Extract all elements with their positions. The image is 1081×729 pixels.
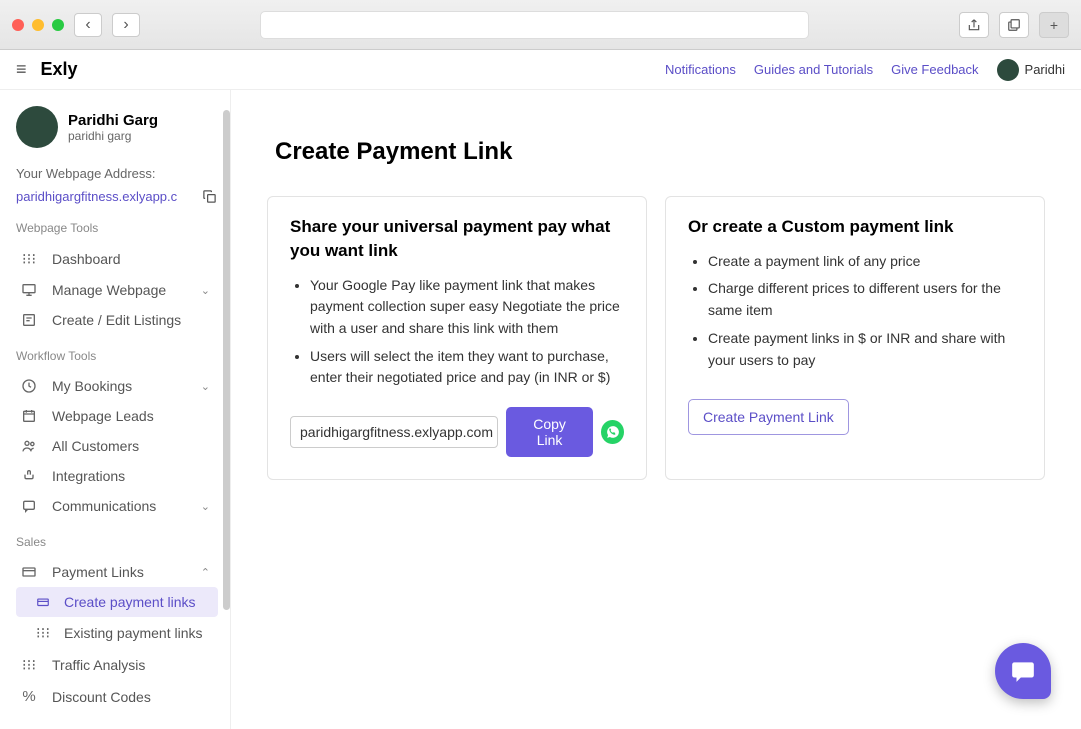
chevron-down-icon: ⌄ [201,500,210,513]
sidebar-item-payment-links[interactable]: Payment Links ⌃ [16,557,218,587]
chat-fab[interactable] [995,643,1051,699]
profile-handle: paridhi garg [68,129,158,143]
sidebar-item-dashboard[interactable]: ⁝⁝⁝ Dashboard [16,243,218,275]
copy-link-button[interactable]: Copy Link [506,407,593,457]
sidebar-item-label: All Customers [52,438,139,454]
avatar-icon [997,59,1019,81]
chevron-up-icon: ⌃ [201,566,210,579]
sidebar-item-label: Communications [52,498,156,514]
monitor-icon [20,282,38,298]
chevron-down-icon: ⌄ [201,380,210,393]
card-bullet: Charge different prices to different use… [708,278,1022,321]
card-title: Or create a Custom payment link [688,215,1022,239]
sliders-icon: ⁝⁝⁝ [20,656,38,674]
sidebar: Paridhi Garg paridhi garg Your Webpage A… [0,90,230,729]
addr-label: Your Webpage Address: [16,166,218,181]
sidebar-item-existing-payment-links[interactable]: ⁝⁝⁝ Existing payment links [16,617,218,649]
universal-link-card: Share your universal payment pay what yo… [267,196,647,480]
feedback-link[interactable]: Give Feedback [891,62,978,77]
topbar: ≡ Exly Notifications Guides and Tutorial… [0,50,1081,90]
url-bar[interactable] [260,11,809,39]
sidebar-item-label: Payment Links [52,564,144,580]
user-name: Paridhi [1025,62,1065,77]
group-title-sales: Sales [16,535,218,549]
sidebar-item-my-bookings[interactable]: My Bookings ⌄ [16,371,218,401]
card-bullet: Create payment links in $ or INR and sha… [708,328,1022,371]
profile[interactable]: Paridhi Garg paridhi garg [16,106,218,148]
sidebar-item-label: Existing payment links [64,625,203,641]
sidebar-item-create-payment-links[interactable]: Create payment links [16,587,218,617]
sidebar-item-communications[interactable]: Communications ⌄ [16,491,218,521]
create-payment-link-button[interactable]: Create Payment Link [688,399,849,435]
card-icon [20,564,38,580]
sidebar-item-webpage-leads[interactable]: Webpage Leads [16,401,218,431]
brand: Exly [41,59,78,80]
browser-chrome: ‹ › + [0,0,1081,50]
new-tab-button[interactable]: + [1039,12,1069,38]
sidebar-item-label: My Bookings [52,378,132,394]
clock-icon [20,378,38,394]
calendar-icon [20,408,38,424]
sidebar-item-label: Traffic Analysis [52,657,145,673]
card-title: Share your universal payment pay what yo… [290,215,624,263]
user-chip[interactable]: Paridhi [997,59,1065,81]
group-title-workflow-tools: Workflow Tools [16,349,218,363]
sidebar-item-label: Integrations [52,468,125,484]
menu-icon[interactable]: ≡ [16,59,27,80]
group-title-webpage-tools: Webpage Tools [16,221,218,235]
sidebar-item-label: Discount Codes [52,689,151,705]
sidebar-item-label: Webpage Leads [52,408,154,424]
post-icon [20,312,38,328]
close-window-icon[interactable] [12,19,24,31]
main-content: Create Payment Link Share your universal… [230,90,1081,729]
payment-link-input[interactable]: paridhigargfitness.exlyapp.com [290,416,498,448]
back-button[interactable]: ‹ [74,13,102,37]
sidebar-item-label: Create / Edit Listings [52,312,181,328]
sidebar-item-label: Manage Webpage [52,282,166,298]
card-bullet: Create a payment link of any price [708,251,1022,273]
whatsapp-icon[interactable] [601,420,624,444]
scrollbar[interactable] [223,110,230,610]
chevron-down-icon: ⌄ [201,284,210,297]
sliders-icon: ⁝⁝⁝ [20,250,38,268]
page-title: Create Payment Link [275,138,1045,166]
sidebar-item-discount-codes[interactable]: % Discount Codes [16,681,218,712]
sidebar-item-all-customers[interactable]: All Customers [16,431,218,461]
webpage-address-link[interactable]: paridhigargfitness.exlyapp.c [16,189,194,204]
copy-icon[interactable] [200,187,218,205]
traffic-lights [12,19,64,31]
tabs-icon[interactable] [999,12,1029,38]
sidebar-item-create-listings[interactable]: Create / Edit Listings [16,305,218,335]
guides-link[interactable]: Guides and Tutorials [754,62,873,77]
sidebar-item-label: Create payment links [64,594,196,610]
sliders-icon: ⁝⁝⁝ [34,624,52,642]
avatar-icon [16,106,58,148]
profile-name: Paridhi Garg [68,112,158,129]
chat-icon [20,498,38,514]
sidebar-item-integrations[interactable]: Integrations [16,461,218,491]
share-icon[interactable] [959,12,989,38]
card-icon [34,595,52,609]
sidebar-item-manage-webpage[interactable]: Manage Webpage ⌄ [16,275,218,305]
card-bullet: Users will select the item they want to … [310,346,624,389]
custom-link-card: Or create a Custom payment link Create a… [665,196,1045,480]
notifications-link[interactable]: Notifications [665,62,736,77]
sidebar-item-traffic-analysis[interactable]: ⁝⁝⁝ Traffic Analysis [16,649,218,681]
link-icon [20,468,38,484]
people-icon [20,438,38,454]
maximize-window-icon[interactable] [52,19,64,31]
card-bullet: Your Google Pay like payment link that m… [310,275,624,340]
percent-icon: % [20,688,38,705]
forward-button[interactable]: › [112,13,140,37]
sidebar-item-label: Dashboard [52,251,121,267]
minimize-window-icon[interactable] [32,19,44,31]
